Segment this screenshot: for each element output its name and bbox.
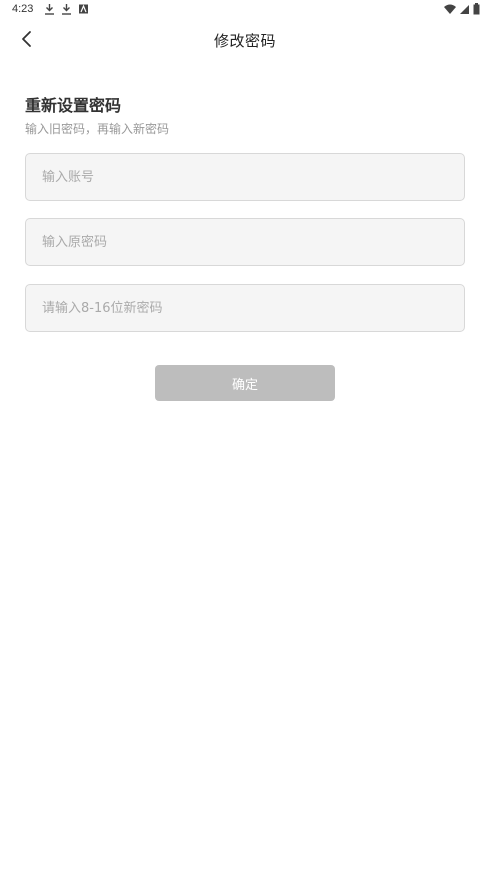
status-time: 4:23 <box>12 3 34 15</box>
account-input[interactable] <box>26 154 464 200</box>
notification-a-icon <box>78 3 89 15</box>
download-icon <box>61 3 72 15</box>
app-header: 修改密码 <box>0 20 490 60</box>
old-password-input[interactable] <box>26 219 464 265</box>
signal-icon <box>459 4 470 18</box>
battery-icon <box>473 3 480 18</box>
new-password-input[interactable] <box>26 285 464 331</box>
new-password-field <box>25 284 465 332</box>
status-notification-icons <box>44 3 89 15</box>
status-system-icons <box>444 3 480 18</box>
download-icon <box>44 3 55 15</box>
account-field <box>25 153 465 201</box>
old-password-field <box>25 218 465 266</box>
form-subtitle: 输入旧密码，再输入新密码 <box>25 122 170 136</box>
status-bar: 4:23 <box>0 0 490 20</box>
confirm-button[interactable]: 确定 <box>155 365 335 401</box>
page-title: 修改密码 <box>213 32 276 50</box>
wifi-icon <box>444 4 456 18</box>
form-heading: 重新设置密码 <box>25 96 122 115</box>
change-password-screen: 4:23 修改密码 重新设置密码 输入旧密码，再输入新密码 输入账号 确定 <box>0 0 490 872</box>
